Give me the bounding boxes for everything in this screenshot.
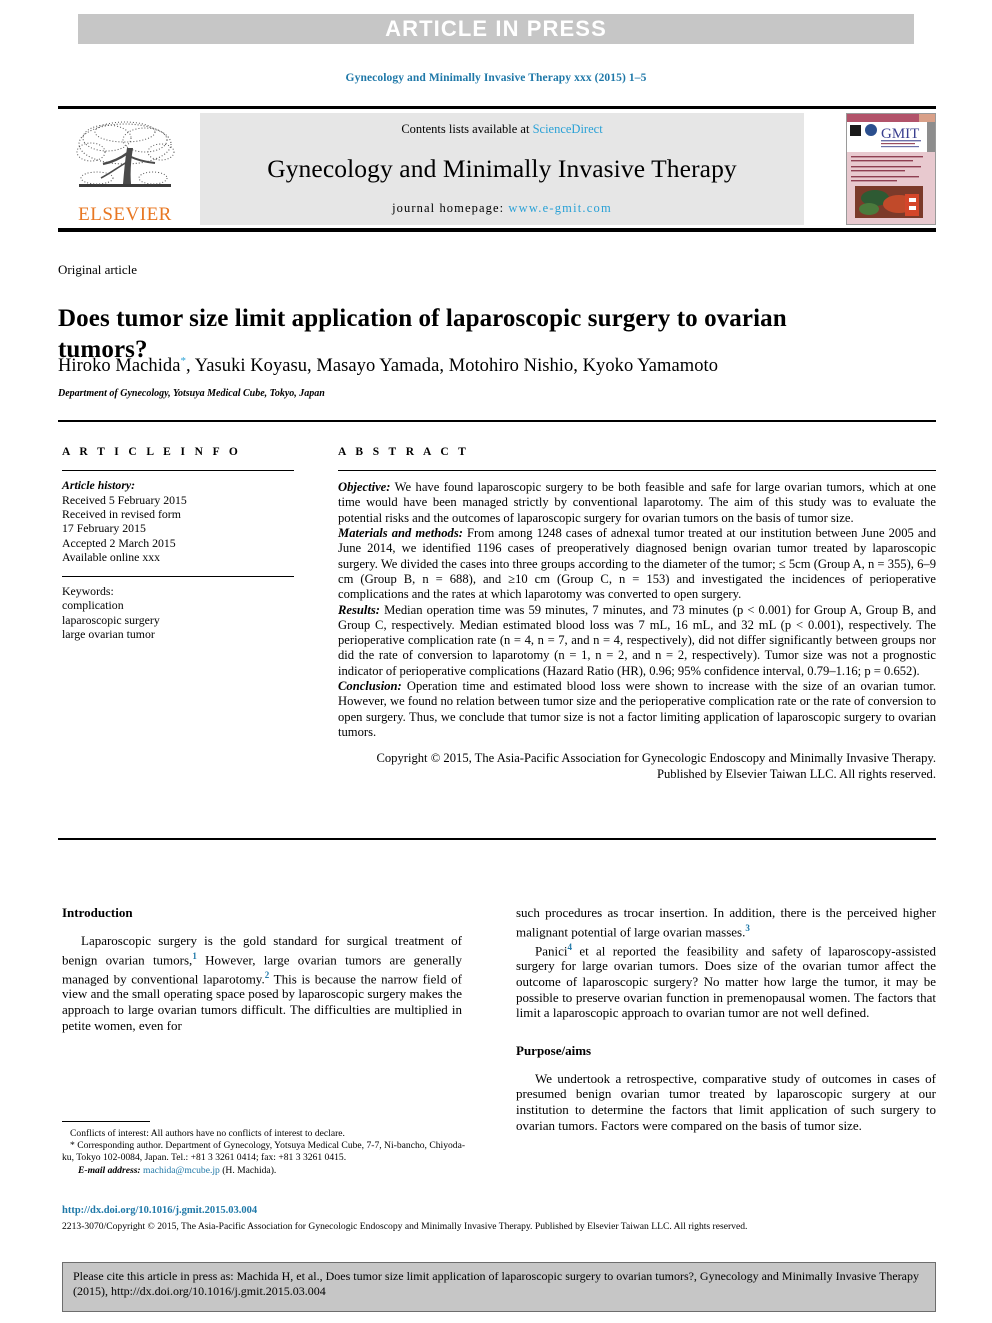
masthead-bottom-rule [58, 228, 936, 232]
article-type: Original article [58, 262, 138, 277]
journal-homepage-line: journal homepage: www.e-gmit.com [392, 201, 612, 216]
email-author-suffix: (H. Machida). [219, 1165, 277, 1177]
introduction-heading: Introduction [62, 905, 133, 920]
abstract-methods: Materials and methods: From among 1248 c… [338, 526, 936, 602]
footnote-rule [62, 1121, 150, 1123]
article-info-heading: A R T I C L E I N F O [62, 446, 242, 458]
citation-ref-3[interactable]: 3 [745, 923, 750, 933]
article-history-block: Article history: Received 5 February 201… [62, 471, 294, 564]
issn-copyright-line: 2213-3070/Copyright © 2015, The Asia-Pac… [62, 1221, 748, 1232]
abstract-methods-label: Materials and methods: [338, 526, 463, 541]
elsevier-logo: ELSEVIER [58, 112, 192, 226]
homepage-prefix: journal homepage: [392, 201, 509, 215]
abstract-results: Results: Median operation time was 59 mi… [338, 603, 936, 679]
history-item: Accepted 2 March 2015 [62, 535, 176, 550]
running-head: Gynecology and Minimally Invasive Therap… [345, 72, 647, 84]
keywords-label: Keywords: [62, 584, 114, 599]
abstract-conclusion-text: Operation time and estimated blood loss … [338, 679, 936, 739]
contents-prefix: Contents lists available at [401, 122, 533, 136]
email-address-label: E-mail address: [78, 1165, 141, 1177]
masthead-top-rule [58, 106, 936, 109]
doi-link[interactable]: http://dx.doi.org/10.1016/j.gmit.2015.03… [62, 1205, 257, 1216]
abstract-bottom-rule [58, 838, 936, 840]
contents-list-line: Contents lists available at ScienceDirec… [401, 122, 602, 137]
journal-title: Gynecology and Minimally Invasive Therap… [267, 154, 737, 183]
intro-continuation-paragraph: such procedures as trocar insertion. In … [516, 905, 936, 940]
panici-text: et al reported the feasibility and safet… [516, 942, 936, 1021]
article-history-label: Article history: [62, 478, 136, 493]
history-item: 17 February 2015 [62, 521, 146, 536]
abstract-body: Objective: We have found laparoscopic su… [338, 471, 936, 782]
abstract-results-label: Results: [338, 602, 380, 617]
citation-text: Please cite this article in press as: Ma… [73, 1269, 919, 1298]
email-note: E-mail address: machida@mcube.jp (H. Mac… [62, 1165, 466, 1177]
journal-cover-thumbnail: GMIT [846, 113, 936, 225]
head-divider-rule [58, 420, 936, 422]
journal-cover-image: GMIT [847, 114, 935, 224]
conflicts-of-interest-note: Conflicts of interest: All authors have … [70, 1128, 345, 1139]
corresponding-author-marker[interactable]: * [180, 355, 186, 367]
author-list: Hiroko Machida*, Yasuki Koyasu, Masayo Y… [58, 355, 918, 377]
citation-box: Please cite this article in press as: Ma… [62, 1262, 936, 1312]
panici-paragraph: Panici4 et al reported the feasibility a… [516, 940, 936, 1021]
svg-text:GMIT: GMIT [881, 126, 919, 142]
authors-text: Hiroko Machida*, Yasuki Koyasu, Masayo Y… [58, 355, 718, 377]
purpose-paragraph: We undertook a retrospective, comparativ… [516, 1070, 936, 1133]
abstract-objective: Objective: We have found laparoscopic su… [338, 480, 936, 526]
article-in-press-label: ARTICLE IN PRESS [385, 16, 607, 41]
history-item: Received in revised form [62, 507, 181, 521]
abstract-column: A B S T R A C T Objective: We have found… [338, 446, 936, 782]
abstract-objective-text: We have found laparoscopic surgery to be… [338, 480, 936, 525]
sciencedirect-link[interactable]: ScienceDirect [533, 122, 603, 136]
masthead-panel: Contents lists available at ScienceDirec… [200, 113, 804, 225]
author-affiliation: Department of Gynecology, Yotsuya Medica… [58, 388, 325, 399]
history-item: Available online xxx [62, 550, 161, 565]
keyword-item: complication [62, 598, 124, 613]
article-info-column: A R T I C L E I N F O Article history: R… [62, 446, 294, 642]
email-address-link[interactable]: machida@mcube.jp [143, 1165, 220, 1176]
abstract-objective-label: Objective: [338, 480, 391, 495]
abstract-conclusion-label: Conclusion: [338, 679, 402, 694]
keyword-item: large ovarian tumor [62, 627, 155, 642]
panici-name: Panici [535, 942, 568, 958]
abstract-conclusion: Conclusion: Operation time and estimated… [338, 679, 936, 740]
body-right-column: such procedures as trocar insertion. In … [516, 905, 936, 1133]
article-in-press-banner: ARTICLE IN PRESS [78, 14, 914, 44]
keywords-block: Keywords: complication laparoscopic surg… [62, 577, 294, 642]
abstract-heading: A B S T R A C T [338, 446, 470, 458]
journal-homepage-link[interactable]: www.e-gmit.com [508, 201, 611, 215]
abstract-results-text: Median operation time was 59 minutes, 7 … [338, 602, 936, 678]
abstract-copyright: Copyright © 2015, The Asia-Pacific Assoc… [376, 751, 936, 781]
right-text-a: such procedures as trocar insertion. In … [516, 905, 936, 939]
article-page: ARTICLE IN PRESS Gynecology and Minimall… [0, 0, 992, 1323]
journal-masthead: ELSEVIER Contents lists available at Sci… [58, 106, 936, 232]
elsevier-wordmark: ELSEVIER [78, 204, 172, 225]
purpose-aims-heading: Purpose/aims [516, 1042, 592, 1058]
footnotes-block: Conflicts of interest: All authors have … [62, 1128, 466, 1177]
body-left-column: Introduction Laparoscopic surgery is the… [62, 905, 462, 1033]
corresponding-author-note: * Corresponding author. Department of Gy… [62, 1139, 466, 1163]
introduction-paragraph: Laparoscopic surgery is the gold standar… [62, 933, 462, 1033]
elsevier-tree-icon [76, 121, 175, 187]
keyword-item: laparoscopic surgery [62, 612, 160, 627]
history-item: Received 5 February 2015 [62, 492, 187, 507]
